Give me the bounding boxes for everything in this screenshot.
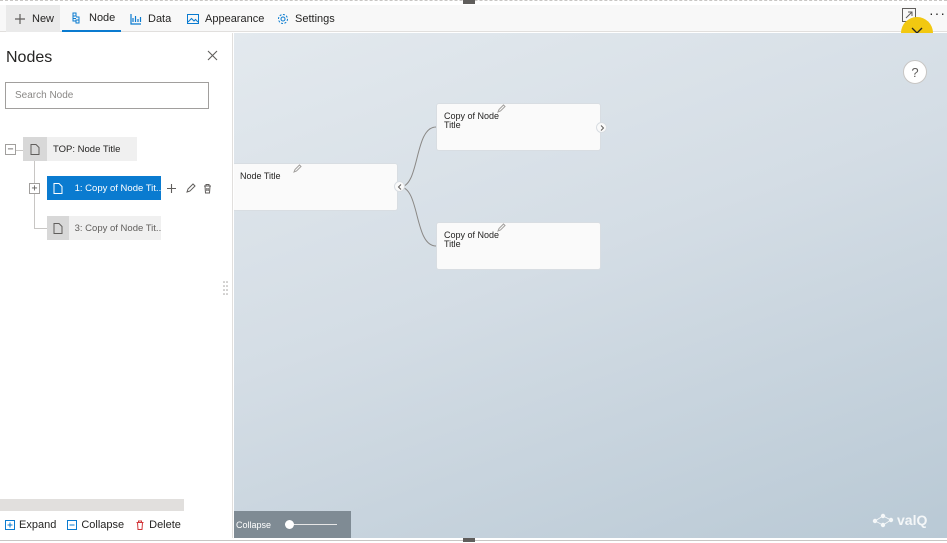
tree-item-label: 3: Copy of Node Tit... <box>74 222 161 234</box>
tab-settings[interactable]: Settings <box>277 5 335 32</box>
collapse-label: Collapse <box>81 518 125 531</box>
collapse-level-control: Collapse <box>234 511 351 538</box>
chevron-right-icon <box>600 124 604 131</box>
data-label: Data <box>148 12 172 25</box>
node-label: Node <box>89 11 116 24</box>
document-icon <box>47 176 69 200</box>
trash-icon <box>136 520 144 530</box>
tree-item-3[interactable]: 3: Copy of Node Tit... <box>47 216 161 240</box>
bar-chart-icon <box>130 13 142 25</box>
root-node-card[interactable]: Node Title <box>234 163 398 211</box>
new-label: New <box>32 12 55 25</box>
logo-mark-icon <box>872 513 894 528</box>
appearance-label: Appearance <box>205 12 265 25</box>
help-button[interactable]: ? <box>903 60 927 84</box>
edit-pencil-icon[interactable] <box>185 183 196 194</box>
expand-all-button[interactable]: Expand <box>5 519 56 531</box>
panel-title: Nodes <box>6 49 53 66</box>
child-node-card[interactable]: Copy of Node Title <box>436 222 601 270</box>
document-icon <box>47 216 69 240</box>
valq-logo: valQ <box>872 511 927 529</box>
tree-connector <box>16 150 23 151</box>
tree-item-top[interactable]: TOP: Node Title <box>23 137 137 161</box>
delete-button[interactable]: Delete <box>135 519 181 531</box>
nodes-panel: Nodes − TOP: Node Title + 1: Copy of Nod… <box>0 33 233 538</box>
tab-appearance[interactable]: Appearance <box>187 5 264 32</box>
panel-footer: Expand Collapse Delete <box>0 511 233 538</box>
tree-item-label: 1: Copy of Node Tit... <box>74 182 161 194</box>
tree-expand-toggle[interactable]: + <box>29 183 40 194</box>
close-icon[interactable] <box>207 50 218 61</box>
edit-pencil-icon[interactable] <box>497 104 506 113</box>
edit-pencil-icon[interactable] <box>497 223 506 232</box>
more-icon[interactable]: ··· <box>929 5 946 21</box>
collapse-all-button[interactable]: Collapse <box>67 519 124 531</box>
image-icon <box>187 13 199 24</box>
tree-icon <box>72 12 80 23</box>
edit-pencil-icon[interactable] <box>293 164 302 173</box>
tree-item-label: TOP: Node Title <box>53 143 121 155</box>
node-title: Copy of Node Title <box>444 230 500 249</box>
collapse-square-icon <box>67 519 78 530</box>
panel-resize-grip-icon[interactable] <box>223 281 228 295</box>
node-title: Node Title <box>240 171 281 181</box>
settings-label: Settings <box>295 12 335 25</box>
collapse-node-button[interactable] <box>394 181 405 192</box>
document-icon <box>23 137 47 161</box>
search-input[interactable] <box>5 82 209 109</box>
expand-square-icon <box>5 519 15 530</box>
horizontal-scrollbar[interactable] <box>0 499 184 511</box>
delete-icon[interactable] <box>202 183 213 194</box>
tree-item-1[interactable]: 1: Copy of Node Tit... <box>47 176 161 200</box>
tree-canvas[interactable]: Node Title Copy of Node Title Copy of Nod… <box>234 33 947 538</box>
tab-data[interactable]: Data <box>130 5 171 32</box>
plus-icon <box>15 13 25 24</box>
chevron-left-icon <box>397 183 401 190</box>
resize-grip-top[interactable] <box>463 0 475 4</box>
collapse-slider-label: Collapse <box>236 519 272 530</box>
logo-text: valQ <box>897 512 928 528</box>
tab-node[interactable]: Node <box>62 5 121 32</box>
toolbar: New Node Data Appearance Settings <box>0 5 947 32</box>
gear-icon <box>278 13 288 24</box>
expand-label: Expand <box>19 518 57 531</box>
child-node-card[interactable]: Copy of Node Title <box>436 103 601 151</box>
tree-connector <box>35 228 47 229</box>
collapse-slider-handle[interactable] <box>285 520 294 529</box>
node-title: Copy of Node Title <box>444 111 500 130</box>
add-child-icon[interactable] <box>166 183 177 194</box>
expand-node-button[interactable] <box>596 122 607 133</box>
tree-collapse-toggle[interactable]: − <box>5 144 16 155</box>
delete-label: Delete <box>149 518 181 531</box>
resize-grip-bottom[interactable] <box>463 538 475 542</box>
new-button[interactable]: New <box>6 5 60 32</box>
